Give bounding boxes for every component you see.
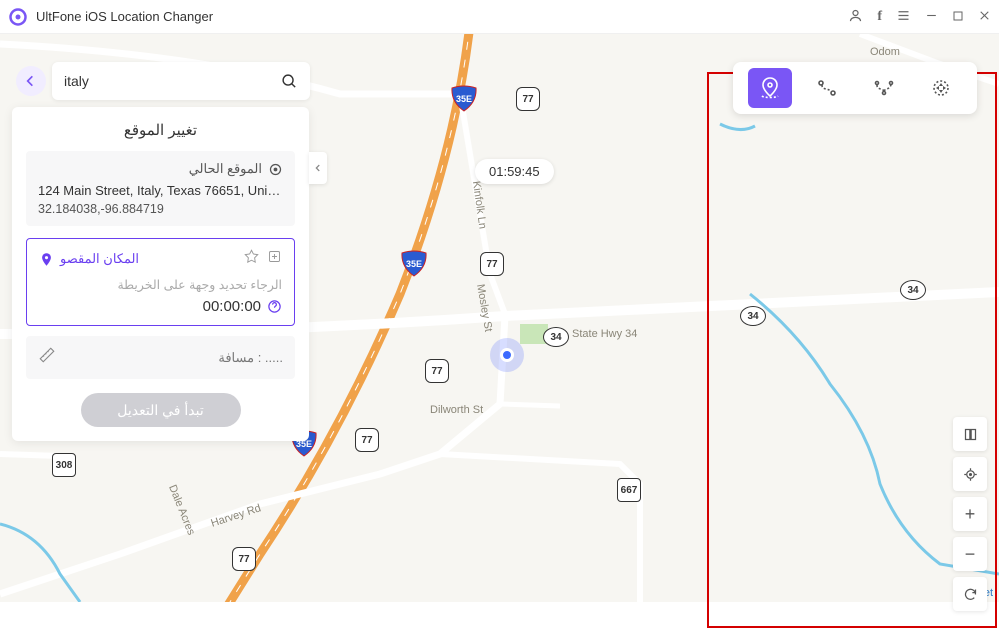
menu-icon[interactable] <box>896 8 911 25</box>
time-badge: 01:59:45 <box>475 159 554 184</box>
svg-text:35E: 35E <box>406 259 422 269</box>
panel-collapse-button[interactable] <box>309 152 327 184</box>
us-route-shield-icon: 77 <box>480 252 504 276</box>
svg-text:35E: 35E <box>456 94 472 104</box>
state-route-shield-icon: 34 <box>900 280 926 300</box>
distance-label: مسافة : ..... <box>218 350 283 366</box>
favorite-icon[interactable] <box>244 249 259 269</box>
us-route-shield-icon: 77 <box>232 547 256 571</box>
location-panel: تغيير الموقع الموقع الحالي 124 Main Stre… <box>12 107 309 441</box>
ruler-icon <box>38 346 56 369</box>
destination-hint: الرجاء تحديد وجهة على الخريطة <box>39 277 282 292</box>
mode-two-spot[interactable] <box>805 68 849 108</box>
search-box <box>52 62 310 100</box>
map-side-tools: + − <box>953 417 987 611</box>
mode-teleport[interactable] <box>748 68 792 108</box>
target-icon <box>268 162 283 177</box>
reset-rotation-button[interactable] <box>953 577 987 611</box>
current-location-label: الموقع الحالي <box>189 161 262 177</box>
zoom-out-button[interactable]: − <box>953 537 987 571</box>
destination-label: المكان المقصو <box>60 251 139 267</box>
close-button[interactable] <box>978 9 991 24</box>
road-label: State Hwy 34 <box>572 328 637 340</box>
mode-multi-spot[interactable] <box>862 68 906 108</box>
zoom-in-button[interactable]: + <box>953 497 987 531</box>
maximize-button[interactable] <box>952 10 964 24</box>
road-label: Odom <box>870 46 900 58</box>
search-button[interactable] <box>272 66 306 96</box>
back-button[interactable] <box>16 66 46 96</box>
state-route-shield-icon: 34 <box>740 306 766 326</box>
app-title: UltFone iOS Location Changer <box>36 9 848 24</box>
titlebar: UltFone iOS Location Changer f <box>0 0 999 34</box>
distance-row: مسافة : ..... <box>26 336 295 379</box>
recenter-button[interactable] <box>953 457 987 491</box>
us-route-shield-icon: 77 <box>516 87 540 111</box>
current-address: 124 Main Street, Italy, Texas 76651, Uni… <box>38 183 283 198</box>
us-route-shield-icon: 77 <box>355 428 379 452</box>
bookmark-icon[interactable] <box>267 249 282 269</box>
start-modify-button[interactable]: تبدأ في التعديل <box>81 393 241 427</box>
help-icon[interactable] <box>267 299 282 314</box>
fm-route-shield-icon: 667 <box>617 478 641 502</box>
interstate-shield-icon: 35E <box>400 249 428 277</box>
road-label: Dilworth St <box>430 404 483 416</box>
minimize-button[interactable] <box>925 9 938 24</box>
interstate-shield-icon: 35E <box>450 84 478 112</box>
window-controls: f <box>848 8 991 25</box>
current-location-marker <box>490 338 524 372</box>
state-route-shield-icon: 34 <box>543 327 569 347</box>
destination-card: المكان المقصو الرجاء تحديد وجهة على الخر… <box>26 238 295 326</box>
mode-joystick[interactable] <box>919 68 963 108</box>
mode-toolbar <box>733 62 977 114</box>
panel-title: تغيير الموقع <box>26 121 295 139</box>
account-icon[interactable] <box>848 8 863 25</box>
us-route-shield-icon: 77 <box>425 359 449 383</box>
current-coordinates: 32.184038,-96.884719 <box>38 202 283 216</box>
app-logo-icon <box>8 7 28 27</box>
search-input[interactable] <box>64 73 272 89</box>
pin-icon <box>39 252 54 267</box>
facebook-icon[interactable]: f <box>877 10 882 24</box>
fm-route-shield-icon: 308 <box>52 453 76 477</box>
current-location-card: الموقع الحالي 124 Main Street, Italy, Te… <box>26 151 295 226</box>
fullscreen-button[interactable] <box>953 417 987 451</box>
destination-timer: 00:00:00 <box>203 298 261 315</box>
